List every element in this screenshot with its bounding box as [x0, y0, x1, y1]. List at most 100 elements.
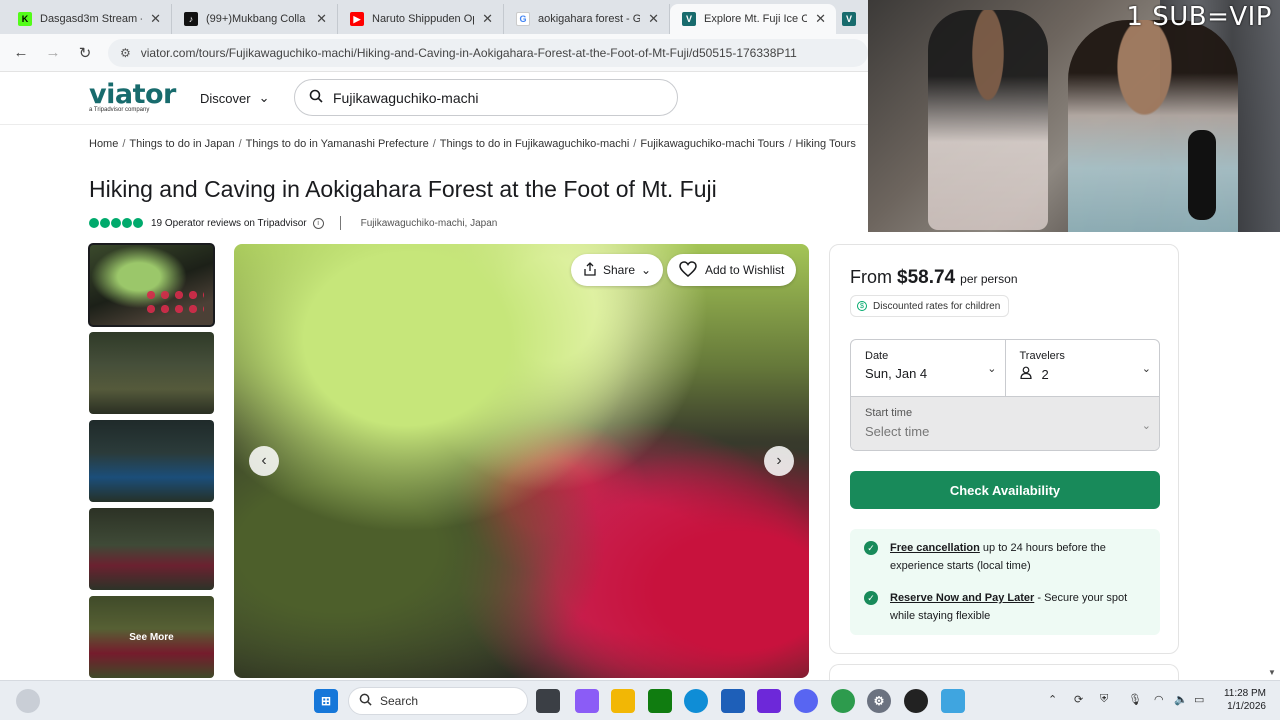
breadcrumb: Home / Things to do in Japan / Things to do … — [89, 138, 856, 150]
xbox-icon[interactable] — [648, 689, 672, 713]
gallery-thumbnail[interactable]: See More — [89, 596, 214, 678]
page-title: Hiking and Caving in Aokigahara Forest a… — [89, 176, 717, 202]
check-availability-button[interactable]: Check Availability — [850, 471, 1160, 509]
wifi-icon[interactable]: ◠ — [1154, 693, 1164, 706]
benefit-item: ✓ Reserve Now and Pay Later - Secure you… — [864, 589, 1146, 625]
sync-icon[interactable]: ⟳ — [1074, 693, 1083, 706]
gallery-thumbnail[interactable] — [89, 420, 214, 502]
mic-icon[interactable]: 🎙 — [1128, 693, 1142, 706]
browser-tab[interactable]: ▶ Naruto Shippuden Ope ✕ — [338, 4, 504, 34]
tab-label: Explore Mt. Fuji Ice Cave — [704, 13, 808, 25]
breadcrumb-item[interactable]: Things to do in Yamanashi Prefecture — [246, 138, 429, 150]
shield-icon[interactable]: ⛨ — [1100, 693, 1108, 706]
discount-icon: $ — [857, 301, 867, 311]
gallery-thumbnail[interactable] — [89, 332, 214, 414]
next-image-button[interactable]: › — [764, 446, 794, 476]
breadcrumb-item[interactable]: Things to do in Japan — [129, 138, 234, 150]
taskbar-clock[interactable]: 11:28 PM 1/1/2026 — [1214, 687, 1266, 713]
viator-logo[interactable]: viator a Tripadvisor company — [89, 79, 179, 116]
heart-icon — [679, 260, 697, 280]
tab-label: Dasgasd3m Stream - W — [40, 13, 142, 25]
discount-badge: $ Discounted rates for children — [850, 295, 1010, 317]
search-input[interactable]: Fujikawaguchiko-machi — [294, 79, 678, 116]
chevron-down-icon: ⌄ — [1141, 420, 1151, 432]
see-more-label[interactable]: See More — [89, 596, 214, 678]
close-icon[interactable]: ✕ — [482, 11, 493, 27]
share-button[interactable]: Share ⌄ — [571, 254, 664, 286]
close-icon[interactable]: ✕ — [815, 11, 826, 27]
breadcrumb-item[interactable]: Things to do in Fujikawaguchiko-machi — [440, 138, 630, 150]
benefits-box: ✓ Free cancellation up to 24 hours befor… — [850, 529, 1160, 635]
breadcrumb-item[interactable]: Fujikawaguchiko-machi Tours — [640, 138, 784, 150]
taskbar-search[interactable]: Search — [348, 687, 528, 715]
travelers-picker[interactable]: Travelers 2 ⌄ — [1006, 340, 1160, 396]
site-info-icon[interactable]: ⚙ — [120, 46, 131, 60]
reserve-now-link[interactable]: Reserve Now and Pay Later — [890, 592, 1034, 604]
date-picker[interactable]: Date Sun, Jan 4 ⌄ — [851, 340, 1006, 396]
store-icon[interactable] — [721, 689, 745, 713]
close-icon[interactable]: ✕ — [648, 11, 659, 27]
add-to-wishlist-button[interactable]: Add to Wishlist — [667, 254, 797, 286]
chrome-icon[interactable] — [831, 689, 855, 713]
tab-label: Naruto Shippuden Ope — [372, 13, 475, 25]
chevron-down-icon: ⌄ — [1141, 363, 1151, 375]
logo-wordmark: viator — [89, 79, 176, 110]
rating-bubbles — [89, 218, 143, 228]
webcam-person — [928, 10, 1048, 230]
gallery-thumbnail[interactable] — [88, 243, 215, 327]
reload-icon[interactable]: ↻ — [76, 44, 94, 62]
chevron-down-icon: ⌄ — [258, 90, 270, 105]
browser-tab[interactable]: K Dasgasd3m Stream - W ✕ — [6, 4, 172, 34]
obs-icon[interactable] — [904, 689, 928, 713]
viator-icon: V — [682, 12, 696, 26]
date-value: Sun, Jan 4 — [865, 366, 928, 381]
tab-label: aokigahara forest - Goo — [538, 13, 641, 25]
gallery-thumbnail[interactable] — [89, 508, 214, 590]
start-time-placeholder: Select time — [865, 424, 930, 439]
battery-icon[interactable]: ▭ — [1194, 693, 1204, 706]
kick-icon: K — [18, 12, 32, 26]
discover-label: Discover — [200, 90, 251, 106]
hero-image: Share ⌄ Add to Wishlist ‹ › — [234, 244, 809, 678]
breadcrumb-item[interactable]: Home — [89, 138, 118, 150]
close-icon[interactable]: ✕ — [316, 11, 327, 27]
copilot-icon[interactable] — [575, 689, 599, 713]
site-header: viator a Tripadvisor company Discover ⌄ … — [0, 72, 868, 124]
notepad-icon[interactable] — [941, 689, 965, 713]
volume-icon[interactable]: 🔈 — [1174, 693, 1188, 706]
previous-image-button[interactable]: ‹ — [249, 446, 279, 476]
forward-arrow-icon[interactable]: → — [44, 44, 62, 62]
info-icon[interactable]: i — [312, 217, 324, 229]
widgets-icon[interactable] — [16, 689, 40, 713]
booking-selectors: Date Sun, Jan 4 ⌄ Travelers 2 ⌄ Start ti… — [850, 339, 1160, 451]
close-icon[interactable]: ✕ — [150, 11, 161, 27]
settings-icon[interactable]: ⚙ — [867, 689, 891, 713]
discord-icon[interactable] — [794, 689, 818, 713]
free-cancellation-link[interactable]: Free cancellation — [890, 542, 980, 554]
discover-menu[interactable]: Discover ⌄ — [200, 90, 269, 106]
edge-icon[interactable] — [684, 689, 708, 713]
browser-tab-bar: K Dasgasd3m Stream - W ✕ ♪ (99+)Mukbang … — [0, 0, 868, 34]
back-arrow-icon[interactable]: ← — [12, 44, 30, 62]
browser-tab[interactable]: G aokigahara forest - Goo ✕ — [504, 4, 670, 34]
address-bar[interactable]: ⚙ viator.com/tours/Fujikawaguchiko-machi… — [108, 38, 868, 67]
price: From $58.74 per person — [850, 267, 1018, 289]
webcam-overlay: 1 SUB=VIP — [868, 0, 1280, 232]
browser-tab-active[interactable]: V Explore Mt. Fuji Ice Cave ✕ — [670, 4, 836, 34]
scroll-down-icon[interactable]: ▼ — [1268, 668, 1276, 677]
secondary-panel — [829, 664, 1179, 680]
start-icon[interactable]: ⊞ — [314, 689, 338, 713]
search-icon — [359, 693, 372, 709]
browser-tab[interactable]: ♪ (99+)Mukbang Colla ✕ — [172, 4, 338, 34]
start-time-picker[interactable]: Start time Select time ⌄ — [851, 396, 1159, 450]
file-explorer-icon[interactable] — [611, 689, 635, 713]
breadcrumb-item[interactable]: Hiking Tours — [796, 138, 856, 150]
task-view-icon[interactable] — [536, 689, 560, 713]
share-icon — [583, 261, 597, 279]
location: Fujikawaguchiko-machi, Japan — [360, 217, 498, 229]
browser-tab[interactable]: V — [836, 4, 862, 34]
chevron-up-icon[interactable]: ⌃ — [1048, 693, 1057, 706]
review-count[interactable]: 19 Operator reviews on Tripadvisor — [151, 218, 307, 229]
app-icon[interactable] — [757, 689, 781, 713]
check-circle-icon: ✓ — [864, 541, 878, 555]
